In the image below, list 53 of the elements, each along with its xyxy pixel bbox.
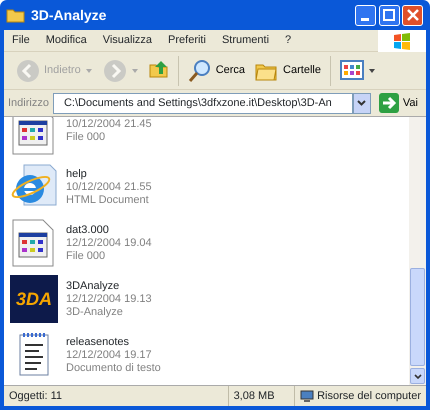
- chevron-down-icon: [357, 100, 366, 106]
- file-type: HTML Document: [66, 194, 150, 206]
- file-date: 12/12/2004 19.17: [66, 348, 153, 362]
- file-type: File 000: [66, 250, 106, 262]
- dropdown-button[interactable]: [352, 92, 371, 114]
- file-date: 10/12/2004 21.55: [66, 180, 152, 194]
- menu-item[interactable]: Strumenti: [214, 32, 278, 49]
- chevron-down-icon: [414, 374, 422, 378]
- go-button[interactable]: Vai: [374, 91, 422, 115]
- address-field[interactable]: C:\Documents and Settings\3dfxzone.it\Desktop\3D-An: [52, 92, 353, 114]
- menu-item[interactable]: Modifica: [38, 32, 95, 49]
- computer-icon: [300, 390, 314, 402]
- file-name: dat3.000: [66, 224, 110, 236]
- file-item[interactable]: dat3.000 12/12/2004 19.04 File 000: [10, 219, 409, 267]
- scrollbar-thumb[interactable]: [410, 268, 425, 366]
- file-type: 3D-Analyze: [66, 306, 124, 318]
- address-label: Indirizzo: [8, 96, 49, 111]
- file-item[interactable]: releasenotes 12/12/2004 19.17 Documento di testo: [10, 331, 409, 379]
- window-title: 3D-Analyze: [31, 6, 106, 25]
- menu-item[interactable]: Preferiti: [160, 32, 214, 49]
- location-label: Risorse del computer: [316, 388, 421, 404]
- file-name: 3DAnalyze: [66, 280, 120, 292]
- file-date: 10/12/2004 21.45: [66, 118, 152, 131]
- search-button[interactable]: Cerca: [184, 56, 250, 84]
- menu-item[interactable]: Visualizza: [94, 32, 160, 49]
- file-type: Documento di testo: [66, 362, 161, 374]
- file-name: help: [66, 168, 88, 180]
- file-type: File 000: [66, 131, 106, 144]
- folders-button[interactable]: Cartelle: [251, 56, 325, 84]
- maximize-icon: [383, 9, 395, 21]
- total-size: 3,08 MB: [228, 386, 296, 406]
- windows-logo-icon: [392, 32, 412, 50]
- file-name: releasenotes: [66, 336, 130, 348]
- close-button[interactable]: [402, 4, 424, 26]
- maximize-button[interactable]: [378, 4, 400, 26]
- object-count: Oggetti: 11: [4, 386, 229, 406]
- close-icon: [406, 9, 419, 21]
- file-item[interactable]: 10/12/2004 21.45 File 000: [10, 117, 409, 155]
- minimize-icon: [361, 18, 370, 20]
- file-item[interactable]: 3DA 3DAnalyze 12/12/2004 19.13 3D-Analyze: [10, 275, 409, 323]
- scroll-down-button[interactable]: [410, 368, 425, 384]
- menu-item[interactable]: File: [4, 32, 38, 49]
- menu-item[interactable]: ?: [277, 32, 300, 49]
- caret-icon: [368, 68, 376, 74]
- caret-icon: [84, 68, 93, 74]
- file-date: 12/12/2004 19.13: [66, 292, 152, 306]
- file-date: 12/12/2004 19.04: [66, 236, 152, 250]
- minimize-button[interactable]: [354, 4, 376, 26]
- file-item[interactable]: help 10/12/2004 21.55 HTML Document: [10, 163, 409, 211]
- caret-icon: [130, 68, 139, 74]
- views-icon: [340, 58, 364, 82]
- app-logo-text: 3DA: [16, 288, 52, 310]
- search-icon: [188, 58, 212, 82]
